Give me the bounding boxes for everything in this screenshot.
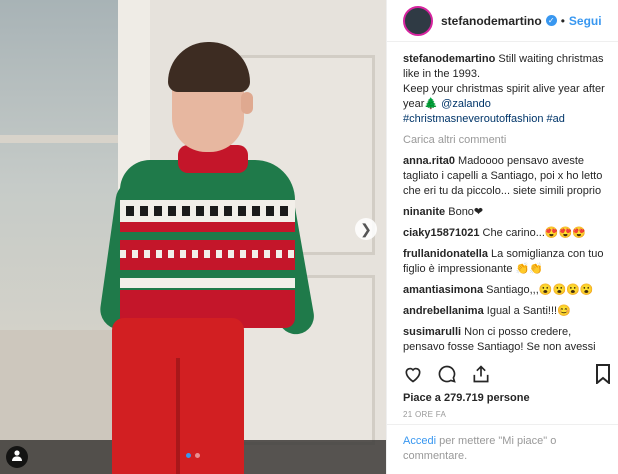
comment-text: Igual a Santi!!!😊 [486,305,571,317]
comment-item: ninanite Bono❤ [403,205,610,220]
comment-user[interactable]: amantiasimona [403,284,483,296]
verified-icon: ✓ [545,15,557,26]
comment-item: frullanidonatella La somiglianza con tuo… [403,247,610,277]
caption: stefanodemartino Still waiting christmas… [403,52,610,127]
action-bar [403,364,491,384]
login-link[interactable]: Accedi [403,435,436,447]
comment-item: anna.rita0 Madoooo pensavo aveste taglia… [403,154,610,199]
comment-icon[interactable] [437,364,457,384]
comment-user[interactable]: susimarulli [403,326,461,338]
caption-mention[interactable]: @zalando [441,98,491,110]
post-sidebar: stefanodemartino ✓ • Segui stefanodemart… [386,0,618,474]
comment-item: susimarulli Non ci posso credere, pensav… [403,325,610,354]
divider [387,424,618,425]
follow-button[interactable]: Segui [569,14,602,28]
comment-item: andrebellanima Igual a Santi!!!😊 [403,304,610,319]
carousel-dots [186,453,200,458]
post-header: stefanodemartino ✓ • Segui [387,0,618,42]
comment-user[interactable]: andrebellanima [403,305,484,317]
boy-sweater [120,160,295,328]
load-more-comments[interactable]: Carica altri commenti [403,133,610,148]
comment-user[interactable]: ciaky15871021 [403,227,479,239]
login-prompt: Accedi per mettere "Mi piace" o commenta… [403,434,603,464]
comment-item: amantiasimona Santiago,,,😮😮😮😮 [403,283,610,298]
post-photo[interactable]: ❯ [0,0,386,474]
boy-pants [112,318,244,474]
comment-user[interactable]: frullanidonatella [403,248,488,260]
caption-line2: Keep your christmas spirit alive year af… [403,83,605,110]
likes-count[interactable]: Piace a 279.719 persone [403,392,530,404]
comment-text: Che carino...😍😍😍 [482,227,586,239]
caption-hashtags[interactable]: #christmasneveroutoffashion #ad [403,113,565,125]
user-tag-icon[interactable] [6,446,28,468]
carousel-dot [195,453,200,458]
header-username[interactable]: stefanodemartino [441,14,542,28]
share-icon[interactable] [471,364,491,384]
comment-user[interactable]: ninanite [403,206,445,218]
header-separator: • [560,13,565,28]
avatar[interactable] [403,5,433,36]
boy-ear [241,92,253,114]
comment-list: stefanodemartino Still waiting christmas… [387,42,618,354]
bookmark-icon[interactable] [595,364,611,384]
comment-text: Bono❤ [448,206,484,218]
carousel-dot-active [186,453,191,458]
window-bar [0,135,122,143]
heart-icon[interactable] [403,364,423,384]
comment-user[interactable]: anna.rita0 [403,155,455,167]
comment-text: Santiago,,,😮😮😮😮 [486,284,594,296]
comment-item: ciaky15871021 Che carino...😍😍😍 [403,226,610,241]
chevron-right-icon[interactable]: ❯ [355,218,377,240]
post-time[interactable]: 21 ORE FA [403,410,446,419]
caption-author[interactable]: stefanodemartino [403,53,495,65]
